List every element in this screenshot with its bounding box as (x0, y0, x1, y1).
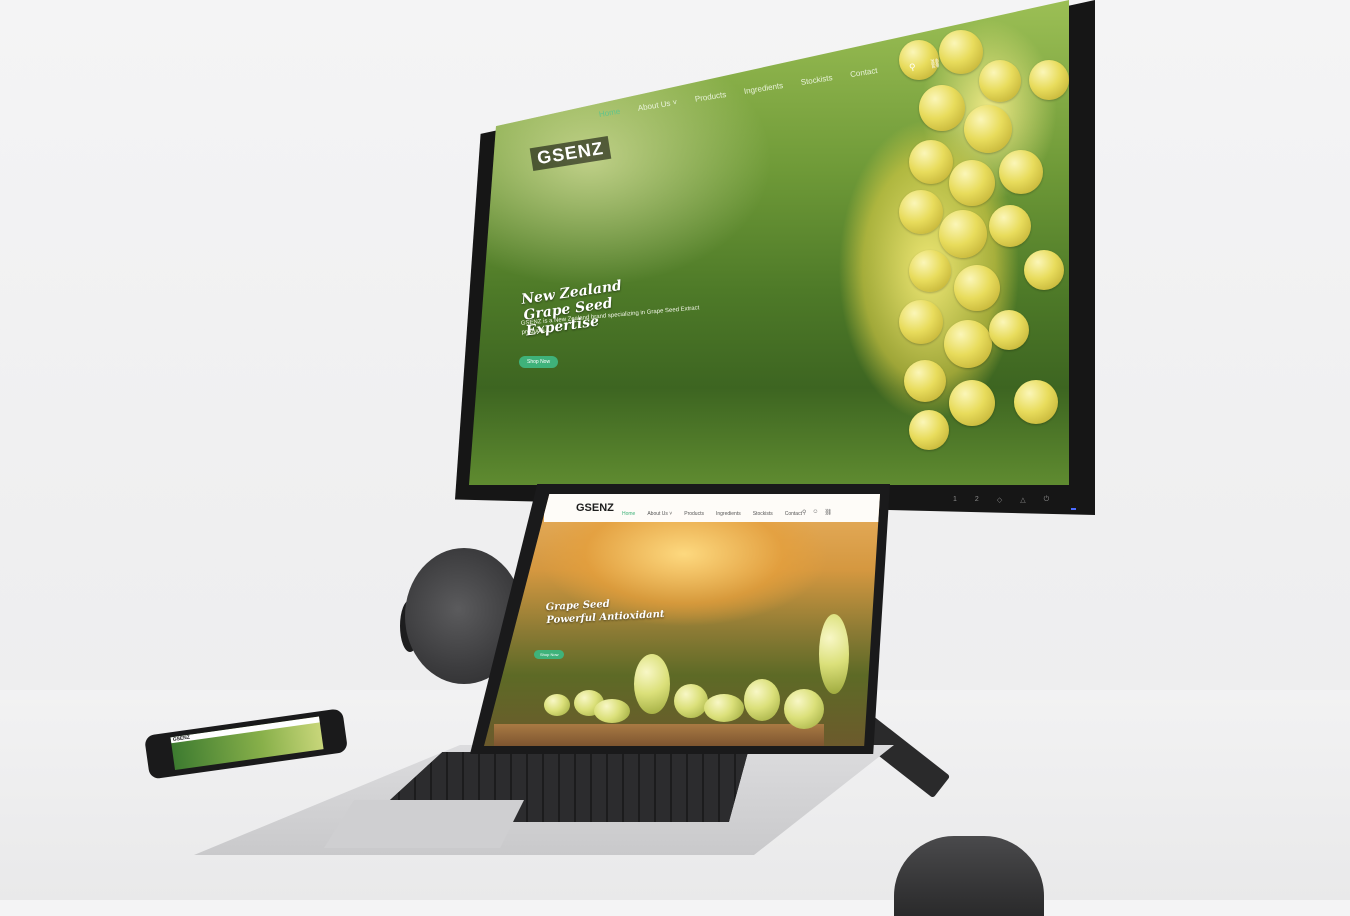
monitor-button-menu[interactable]: ◇ (997, 496, 1002, 504)
grape-image (1014, 380, 1058, 424)
grape-image (939, 210, 987, 258)
grape-image (899, 190, 943, 234)
grape-image (989, 205, 1031, 247)
grape-image (904, 360, 946, 402)
site-logo[interactable]: GSENZ (529, 135, 612, 172)
grape-image (999, 150, 1043, 194)
desktop-monitor: GSENZ Home About Us ˅ Products Ingredien… (455, 0, 1095, 515)
main-nav: Home About Us ˅ Products Ingredients Sto… (622, 511, 802, 517)
shop-now-button[interactable]: Shop Now (519, 356, 559, 368)
grape-image (744, 679, 780, 721)
cart-icon[interactable]: ⛓ (929, 58, 942, 71)
power-indicator (1071, 508, 1076, 510)
grape-image (964, 105, 1012, 153)
site-logo[interactable]: GSENZ (576, 502, 614, 514)
grape-image (979, 60, 1021, 102)
main-nav: Home About Us ˅ Products Ingredients Sto… (598, 66, 878, 119)
laptop-screen: GSENZ Home About Us ˅ Products Ingredien… (484, 494, 880, 746)
grape-image (949, 160, 995, 206)
grape-image (634, 654, 670, 714)
header-icons: ⚲ ☺ ⛓ (802, 509, 832, 516)
nav-home[interactable]: Home (598, 107, 620, 119)
monitor-controls: 1 2 ◇ △ ⏻ (953, 496, 1049, 504)
grape-image (949, 380, 995, 426)
grape-image (939, 30, 983, 74)
grape-image (944, 320, 992, 368)
grape-image (1029, 60, 1069, 100)
grape-image (909, 250, 951, 292)
site-logo[interactable]: GSENZ (172, 735, 190, 743)
grape-image (989, 310, 1029, 350)
grape-image (784, 689, 824, 729)
nav-stockists[interactable]: Stockists (753, 511, 773, 517)
grape-image (1024, 250, 1064, 290)
search-icon[interactable]: ⚲ (908, 62, 916, 74)
nav-stockists[interactable]: Stockists (800, 73, 833, 87)
monitor-button-1[interactable]: 1 (953, 496, 957, 504)
monitor-screen: GSENZ Home About Us ˅ Products Ingredien… (469, 0, 1069, 485)
grape-image (819, 614, 849, 694)
nav-about-us[interactable]: About Us ˅ (637, 98, 678, 113)
hero-title: Grape Seed Powerful Antioxidant (545, 595, 664, 627)
monitor-button-2[interactable]: 2 (975, 496, 979, 504)
nav-products[interactable]: Products (684, 511, 704, 517)
grape-image (919, 85, 965, 131)
laptop-trackpad (324, 800, 524, 848)
monitor-button-up[interactable]: △ (1020, 496, 1025, 504)
nav-contact[interactable]: Contact (850, 66, 879, 79)
power-icon[interactable]: ⏻ (1044, 496, 1050, 504)
search-icon[interactable]: ⚲ (802, 509, 806, 516)
grape-image (594, 699, 630, 723)
grape-image (674, 684, 708, 718)
nav-about-us[interactable]: About Us ˅ (647, 511, 672, 517)
nav-contact[interactable]: Contact (785, 511, 802, 517)
grape-image (954, 265, 1000, 311)
nav-products[interactable]: Products (694, 90, 727, 104)
nav-ingredients[interactable]: Ingredients (743, 81, 784, 96)
grape-image (909, 410, 949, 450)
shop-now-button[interactable]: Shop Now (534, 650, 565, 659)
user-icon[interactable]: ☺ (812, 509, 818, 516)
grape-image (909, 140, 953, 184)
nav-ingredients[interactable]: Ingredients (716, 511, 741, 517)
cart-icon[interactable]: ⛓ (825, 509, 833, 516)
wooden-crate (494, 724, 824, 746)
grape-image (899, 300, 943, 344)
grape-image (704, 694, 744, 722)
grape-image (544, 694, 570, 716)
nav-home[interactable]: Home (622, 511, 635, 517)
